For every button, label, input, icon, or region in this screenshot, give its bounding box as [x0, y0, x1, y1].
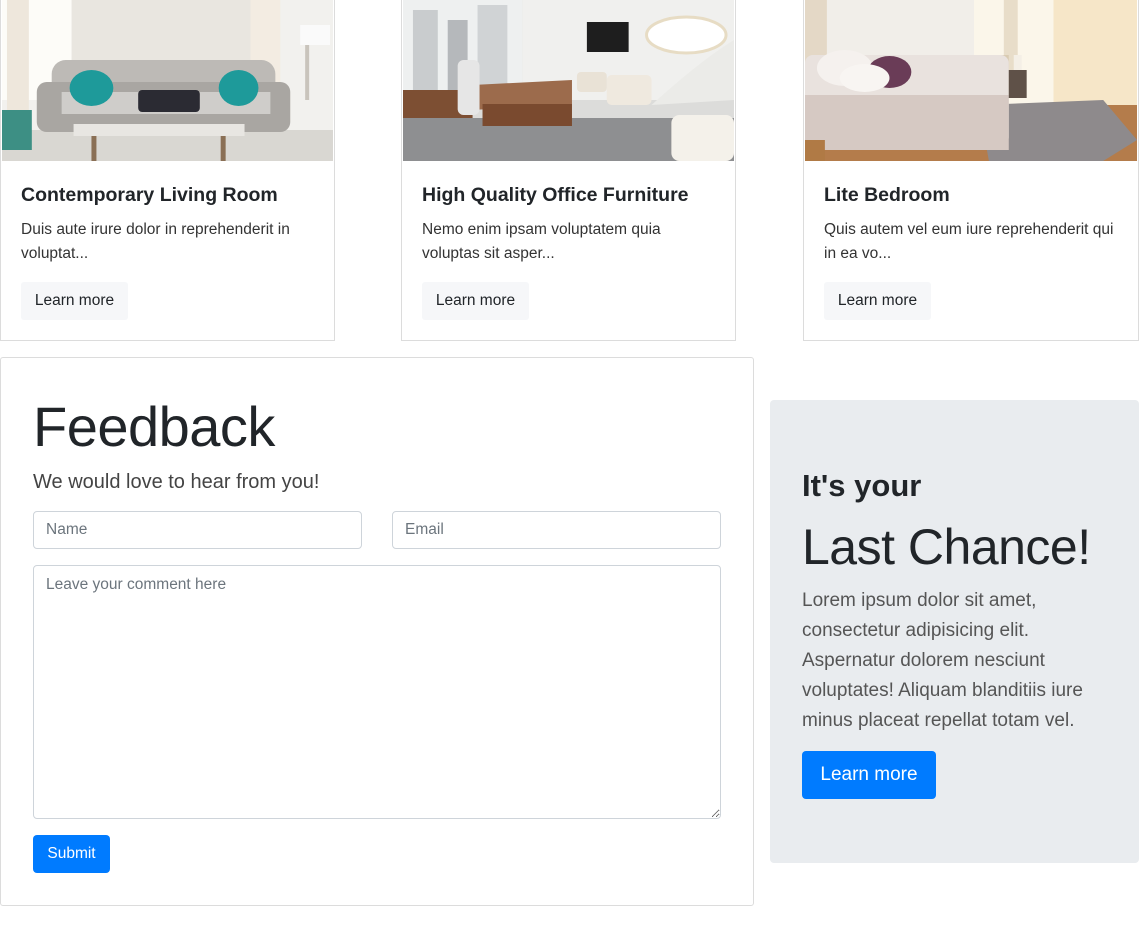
bedroom-image: [805, 0, 1137, 161]
feedback-panel: Feedback We would love to hear from you!…: [0, 357, 754, 906]
submit-button[interactable]: Submit: [33, 835, 110, 873]
learn-more-button[interactable]: Learn more: [21, 282, 128, 320]
card-text: Quis autem vel eum iure reprehenderit qu…: [824, 221, 1114, 262]
email-input[interactable]: [392, 511, 721, 549]
living-room-image: [2, 0, 333, 161]
learn-more-button[interactable]: Learn more: [824, 282, 931, 320]
office-image: [403, 0, 734, 161]
card-text: Duis aute irure dolor in reprehenderit i…: [21, 221, 290, 262]
name-input[interactable]: [33, 511, 362, 549]
promo-kicker: It's your: [802, 468, 922, 503]
card-title: Lite Bedroom: [824, 184, 950, 206]
comment-textarea[interactable]: [33, 565, 721, 819]
product-card-bedroom: Lite Bedroom Quis autem vel eum iure rep…: [803, 0, 1139, 341]
product-card-living-room: Contemporary Living Room Duis aute irure…: [0, 0, 335, 341]
card-title: Contemporary Living Room: [21, 184, 278, 206]
learn-more-button[interactable]: Learn more: [422, 282, 529, 320]
card-title: High Quality Office Furniture: [422, 184, 689, 206]
feedback-title: Feedback: [33, 395, 275, 458]
promo-headline: Last Chance!: [802, 519, 1091, 575]
feedback-subtitle: We would love to hear from you!: [33, 471, 320, 493]
product-card-office-furniture: High Quality Office Furniture Nemo enim …: [401, 0, 736, 341]
promo-text: Lorem ipsum dolor sit amet, consectetur …: [802, 590, 1083, 731]
promo-panel: It's your Last Chance! Lorem ipsum dolor…: [770, 400, 1139, 863]
promo-learn-more-button[interactable]: Learn more: [802, 751, 936, 799]
card-text: Nemo enim ipsam voluptatem quia voluptas…: [422, 221, 661, 262]
